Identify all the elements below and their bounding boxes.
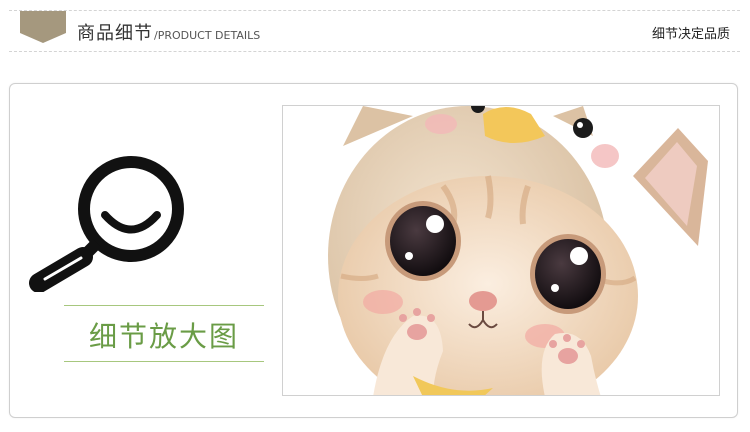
section-title-cn: 商品细节: [77, 23, 153, 44]
section-title-en: /PRODUCT DETAILS: [154, 29, 261, 42]
detail-panel: 细节放大图: [9, 83, 738, 418]
section-slogan: 细节决定品质: [651, 27, 730, 42]
zoom-label: 细节放大图: [88, 320, 239, 353]
product-detail-image: [282, 105, 720, 396]
label-divider-top: [64, 305, 264, 306]
magnifier-icon: [27, 152, 187, 296]
label-divider-bottom: [64, 361, 264, 362]
section-header: 商品细节/PRODUCT DETAILS 细节决定品质: [9, 10, 740, 52]
pennant-tag-icon: [20, 11, 66, 47]
section-title: 商品细节/PRODUCT DETAILS: [77, 19, 260, 45]
